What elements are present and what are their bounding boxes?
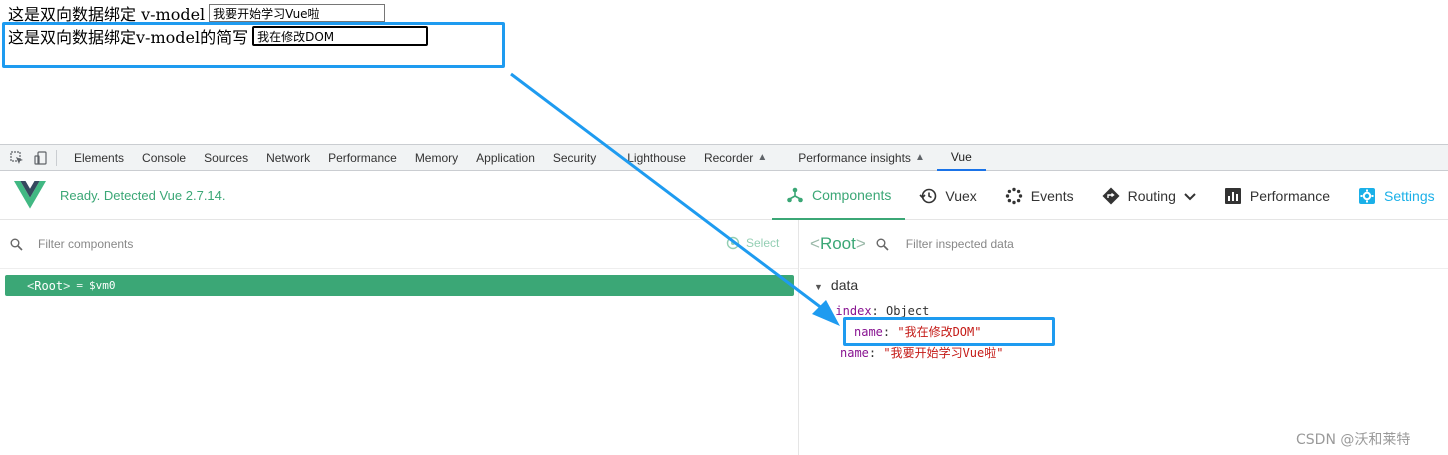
tag-close: > [855,234,866,253]
chevron-down-icon [1184,188,1196,204]
tab-performance[interactable]: Performance [319,144,406,171]
inspect-element-icon[interactable] [10,150,24,165]
component-tree-root-row[interactable]: < Root > = $vm0 [5,275,794,296]
tab-sources[interactable]: Sources [195,144,257,171]
vmodel-label: 这是双向数据绑定 v-model [8,5,206,24]
vue-nav: Components Vuex Events Routing Performan… [772,171,1448,220]
tab-label: Application [476,150,535,165]
search-icon [876,237,890,251]
nav-events[interactable]: Events [991,171,1088,220]
tab-label: Elements [74,150,125,165]
nav-events-label: Events [1030,187,1074,204]
inspected-name: Root [819,234,856,253]
state-row-index-name[interactable]: name: "我在修改DOM" [854,323,981,340]
nav-settings-label: Settings [1384,187,1435,204]
bar-chart-icon [1224,187,1242,205]
tab-label: Memory [414,150,459,165]
tab-console[interactable]: Console [133,144,195,171]
components-icon [786,186,804,204]
state-value: Object [886,304,930,318]
tab-label: Console [142,150,187,165]
component-name: Root [34,278,64,293]
tab-security[interactable]: Security [544,144,618,171]
tab-label: Vue [950,149,972,164]
inspector-header-row: <Root> [800,220,1448,269]
nav-settings[interactable]: Settings [1344,171,1448,220]
page-line-vmodel: 这是双向数据绑定 v-model [8,2,386,24]
state-colon: : [882,325,898,339]
vm-equals: = [76,279,83,292]
select-component-button[interactable]: Select [726,236,779,250]
nav-components[interactable]: Components [772,171,906,220]
tab-label: Network [266,150,311,165]
data-section-header[interactable]: ▼ data [814,277,858,293]
csdn-watermark: CSDN @沃和莱特 [1296,432,1411,448]
tag-close: > [63,278,71,293]
nav-vuex[interactable]: Vuex [905,171,990,220]
device-toolbar-icon[interactable] [34,150,48,165]
events-icon [1005,187,1023,205]
component-tree-pane: Select <Root> = $vm0 [0,220,799,455]
vmodel-input[interactable] [209,4,386,22]
expand-triangle-icon: ▼ [826,308,832,318]
tab-label: Security [552,150,597,165]
tag-open: < [810,234,820,253]
inspector-pane: <Root> ▼data ▼index: Object name: "我在修改D… [800,220,1448,455]
vue-devtools-header: Ready. Detected Vue 2.7.14. Components V… [0,171,1448,220]
devtools-tabbar: Elements Console Sources Network Perform… [0,144,1448,171]
nav-routing-label: Routing [1127,187,1176,204]
tab-label: Performance insights [798,150,911,165]
select-label: Select [746,236,780,250]
filter-components-input[interactable] [36,236,340,252]
state-key: index [835,304,872,318]
state-value: "我要开始学习Vue啦" [883,346,1004,360]
state-colon: : [871,304,886,318]
page-line-vmodel-short: 这是双向数据绑定v-model的简写 [8,25,429,47]
search-icon [10,237,24,251]
nav-performance[interactable]: Performance [1210,171,1344,220]
vmodel-short-label: 这是双向数据绑定v-model的简写 [8,28,249,47]
vmodel-short-input[interactable] [252,26,429,46]
vue-logo-icon [14,181,46,209]
inspected-component-title: <Root> [810,234,866,254]
tab-label: Lighthouse [627,150,686,165]
tab-memory[interactable]: Memory [406,144,467,171]
tab-label: Sources [204,150,249,165]
tab-vue[interactable]: Vue [936,144,986,171]
tab-application[interactable]: Application [467,144,544,171]
nav-components-label: Components [812,186,892,203]
tab-label: Performance [328,150,397,165]
state-colon: : [868,346,884,360]
state-key: name [840,346,869,360]
history-icon [919,187,937,205]
vue-status-text: Ready. Detected Vue 2.7.14. [60,187,226,203]
nav-routing[interactable]: Routing [1088,171,1210,220]
experiment-flask-icon: ▲ [914,152,925,163]
state-row-index[interactable]: ▼ index: Object [826,304,929,318]
filter-inspected-data-input[interactable] [903,236,1208,252]
data-section-label: data [830,277,859,293]
tab-performance-insights[interactable]: Performance insights ▲ [789,144,937,171]
target-icon [726,236,740,250]
tab-network[interactable]: Network [257,144,319,171]
experiment-flask-icon: ▲ [757,152,768,163]
tab-elements[interactable]: Elements [65,144,133,171]
nav-vuex-label: Vuex [945,187,977,204]
vm-reference: $vm0 [89,279,116,292]
gear-icon [1358,187,1376,205]
tab-lighthouse[interactable]: Lighthouse [618,144,695,171]
state-value: "我在修改DOM" [897,325,982,339]
state-key: name [854,325,883,339]
filter-components-row: Select [0,220,798,269]
routing-icon [1102,187,1120,205]
tabbar-divider [56,149,57,166]
state-row-name[interactable]: name: "我要开始学习Vue啦" [840,344,1003,361]
tab-recorder[interactable]: Recorder ▲ [695,144,789,171]
nav-performance-label: Performance [1249,187,1331,204]
tag-open: < [27,278,35,293]
expand-triangle-icon: ▼ [814,282,823,292]
tab-label: Recorder [703,150,754,165]
